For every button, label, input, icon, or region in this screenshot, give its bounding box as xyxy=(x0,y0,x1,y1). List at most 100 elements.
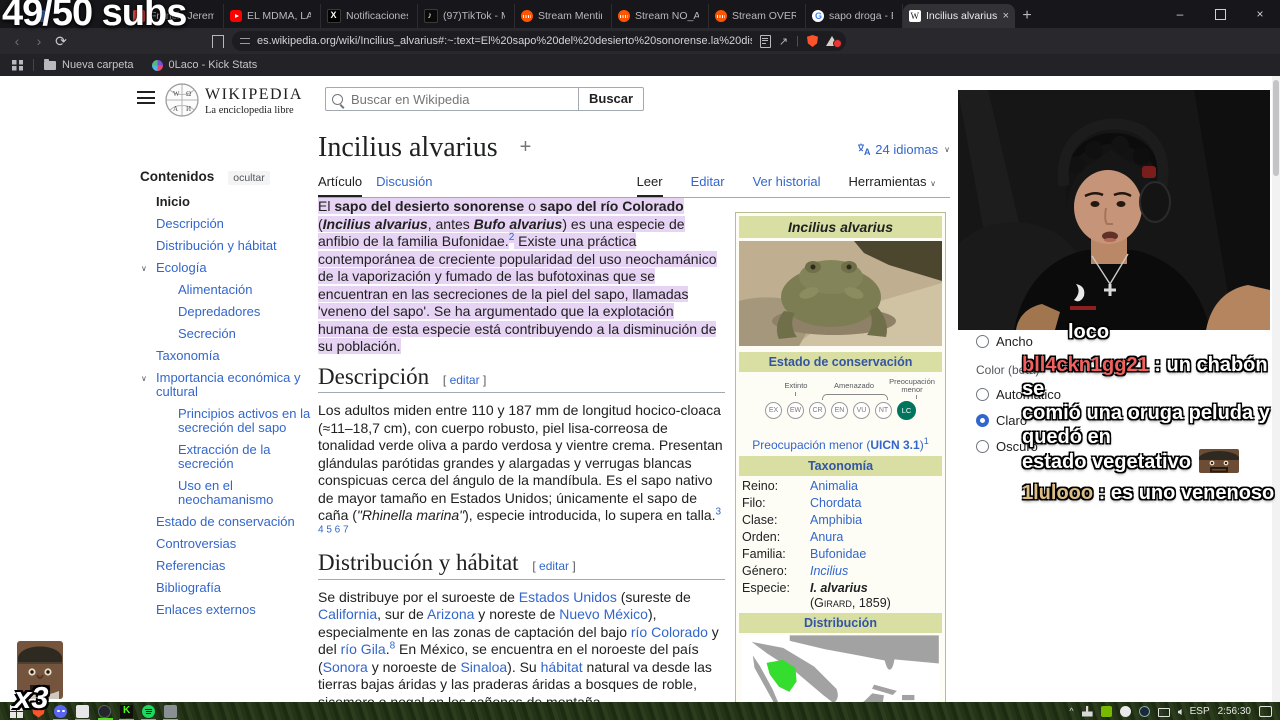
maximize-button[interactable] xyxy=(1200,0,1240,28)
toc-item[interactable]: Distribución y hábitat xyxy=(156,239,318,253)
toc-item[interactable]: Controversias xyxy=(156,537,318,551)
browser-tab[interactable]: sapo droga - Buscar co xyxy=(806,4,903,28)
network-icon[interactable] xyxy=(1157,707,1170,717)
steam-tray-icon[interactable] xyxy=(1138,705,1150,717)
minimize-button[interactable]: – xyxy=(1160,0,1200,28)
wiki-link[interactable]: río Gila xyxy=(341,641,386,657)
toc-item[interactable]: Inicio xyxy=(156,195,318,209)
toc-item[interactable]: Estado de conservación xyxy=(156,515,318,529)
taskbar-notes-icon[interactable] xyxy=(75,704,90,720)
tab-tools[interactable]: Herramientas ∨ xyxy=(848,174,936,197)
wiki-link[interactable]: Estados Unidos xyxy=(519,589,617,605)
wiki-link[interactable]: California xyxy=(318,606,377,622)
taxonomy-value[interactable]: Incilius xyxy=(810,564,848,578)
tab-article[interactable]: Artículo xyxy=(318,174,363,197)
wiki-link[interactable]: Sinaloa xyxy=(460,659,507,675)
taskbar-recycle-icon[interactable] xyxy=(163,704,178,720)
forward-icon[interactable]: › xyxy=(28,33,50,49)
taskbar-spotify-icon[interactable] xyxy=(141,704,156,720)
wiki-link[interactable]: río Colorado xyxy=(631,624,708,640)
browser-tab[interactable]: Notificaciones / X xyxy=(321,4,418,28)
toc-item[interactable]: Enlaces externos xyxy=(156,603,318,617)
radio-checked-icon[interactable] xyxy=(976,414,989,427)
search-box[interactable] xyxy=(325,87,578,111)
new-tab-button[interactable]: + xyxy=(1015,4,1039,28)
radio-icon[interactable] xyxy=(976,335,989,348)
tray-expand-icon[interactable]: ^ xyxy=(1069,706,1073,716)
status-link[interactable]: Preocupación menor ( xyxy=(752,438,870,452)
distribution-header[interactable]: Distribución xyxy=(739,613,942,633)
distribution-map[interactable] xyxy=(739,634,942,702)
tab-close-icon[interactable]: × xyxy=(1003,10,1009,22)
wiki-link[interactable]: Sonora xyxy=(323,659,368,675)
toc-item[interactable]: Taxonomía xyxy=(156,349,318,363)
wiki-link[interactable]: Nuevo México xyxy=(559,606,648,622)
taskbar-discord-icon[interactable] xyxy=(53,704,68,720)
site-settings-icon[interactable] xyxy=(240,37,250,45)
browser-tab[interactable]: Stream Mentiras Blanc xyxy=(515,4,612,28)
back-icon[interactable]: ‹ xyxy=(6,33,28,49)
keyboard-language[interactable]: ESP xyxy=(1190,706,1210,717)
taxonomy-value[interactable]: Bufonidae xyxy=(810,547,866,561)
edit-link[interactable]: editar xyxy=(539,559,569,573)
chevron-down-icon[interactable]: ∨ xyxy=(141,372,147,386)
toc-item[interactable]: ∨ Importancia económica y cultural xyxy=(141,371,318,399)
iucn-version-link[interactable]: UICN 3.1 xyxy=(870,438,919,452)
taxonomy-value[interactable]: Anura xyxy=(810,530,843,544)
wikipedia-search-input[interactable] xyxy=(349,90,543,108)
language-selector[interactable]: A 24 idiomas ∨ xyxy=(857,142,950,157)
wikipedia-wordmark[interactable]: WIKIPEDIA La enciclopedia libre xyxy=(205,86,303,116)
wikipedia-logo[interactable]: W Ω A И xyxy=(164,82,200,123)
toc-item[interactable]: Referencias xyxy=(156,559,318,573)
clock[interactable]: 2:56:30 xyxy=(1218,706,1251,717)
search-button[interactable]: Buscar xyxy=(578,87,645,111)
wiki-link[interactable]: hábitat xyxy=(541,659,583,675)
edit-link[interactable]: editar xyxy=(450,373,480,387)
chevron-down-icon[interactable]: ∨ xyxy=(141,262,147,276)
toc-item[interactable]: Descripción xyxy=(156,217,318,231)
taskbar-kick-icon[interactable] xyxy=(119,704,134,720)
browser-tab[interactable]: Incilius alvarius - W × xyxy=(903,4,1015,28)
nvidia-tray-icon[interactable] xyxy=(1100,705,1112,717)
scrollbar-thumb[interactable] xyxy=(1273,80,1279,176)
main-menu-icon[interactable] xyxy=(137,91,155,104)
usb-tray-icon[interactable] xyxy=(1081,705,1093,717)
taxonomy-header[interactable]: Taxonomía xyxy=(739,456,942,476)
toc-item[interactable]: Principios activos en la secreción del s… xyxy=(178,407,318,435)
bookmark-kick-stats[interactable]: 0Laco - Kick Stats xyxy=(151,59,257,71)
toc-hide-button[interactable]: ocultar xyxy=(228,171,270,185)
adblock-badge-icon[interactable] xyxy=(826,36,842,48)
toc-item[interactable]: Depredadores xyxy=(178,305,318,319)
toc-item[interactable]: Extracción de la secreción xyxy=(178,443,318,471)
chat-username[interactable]: bll4ckn1gg21 xyxy=(1022,354,1149,376)
url-bar[interactable]: es.wikipedia.org/wiki/Incilius_alvarius#… xyxy=(232,31,846,51)
url-text[interactable]: es.wikipedia.org/wiki/Incilius_alvarius#… xyxy=(257,35,752,47)
tab-read[interactable]: Leer xyxy=(636,174,663,197)
close-button[interactable]: × xyxy=(1240,0,1280,28)
taxonomy-value[interactable]: I. alvarius xyxy=(810,581,868,595)
tab-history[interactable]: Ver historial xyxy=(753,174,821,197)
bookmark-folder[interactable]: Nueva carpeta xyxy=(44,58,134,71)
browser-tab[interactable]: (97)TikTok - Make Your xyxy=(418,4,515,28)
speaker-icon[interactable] xyxy=(1177,709,1182,715)
bookmark-icon[interactable] xyxy=(211,34,224,53)
notification-center-icon[interactable] xyxy=(1259,706,1272,717)
reader-mode-icon[interactable] xyxy=(759,34,771,48)
shield-icon[interactable] xyxy=(807,35,818,47)
toc-item[interactable]: Secreción xyxy=(178,327,318,341)
taxonomy-value[interactable]: Amphibia xyxy=(810,513,862,527)
radio-icon[interactable] xyxy=(976,440,989,453)
browser-tab[interactable]: EL MDMA, LA DROGA xyxy=(224,4,321,28)
toc-item[interactable]: Uso en el neochamanismo xyxy=(178,479,318,507)
discord-tray-icon[interactable] xyxy=(1119,705,1131,717)
taskbar-obs-icon[interactable] xyxy=(98,704,113,720)
conservation-header[interactable]: Estado de conservación xyxy=(739,352,942,372)
taxonomy-value[interactable]: Animalia xyxy=(810,479,858,493)
toc-item[interactable]: ∨ Ecología xyxy=(141,261,318,275)
toc-item[interactable]: Bibliografía xyxy=(156,581,318,595)
share-icon[interactable]: ↗ xyxy=(779,35,788,48)
tab-discussion[interactable]: Discusión xyxy=(376,174,432,197)
tab-edit[interactable]: Editar xyxy=(691,174,725,197)
chat-username[interactable]: 1lulooo xyxy=(1022,482,1093,504)
radio-icon[interactable] xyxy=(976,388,989,401)
